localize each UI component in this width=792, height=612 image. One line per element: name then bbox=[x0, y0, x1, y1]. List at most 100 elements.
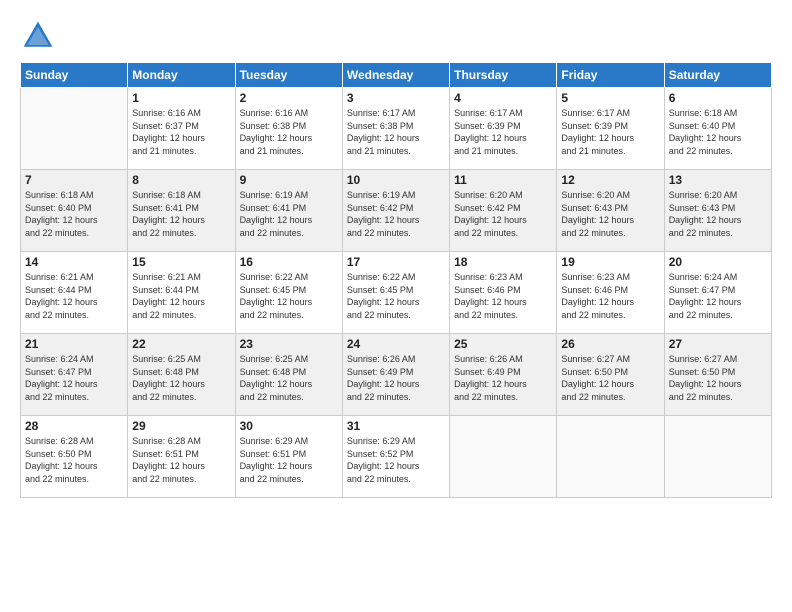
calendar-day bbox=[557, 416, 664, 498]
calendar-day bbox=[450, 416, 557, 498]
day-number: 27 bbox=[669, 337, 767, 351]
calendar-header-row: SundayMondayTuesdayWednesdayThursdayFrid… bbox=[21, 63, 772, 88]
day-number: 18 bbox=[454, 255, 552, 269]
calendar-day: 22 Sunrise: 6:25 AM Sunset: 6:48 PM Dayli… bbox=[128, 334, 235, 416]
day-info: Sunrise: 6:24 AM Sunset: 6:47 PM Dayligh… bbox=[25, 353, 123, 403]
calendar-day: 21 Sunrise: 6:24 AM Sunset: 6:47 PM Dayli… bbox=[21, 334, 128, 416]
day-number: 1 bbox=[132, 91, 230, 105]
day-info: Sunrise: 6:16 AM Sunset: 6:37 PM Dayligh… bbox=[132, 107, 230, 157]
day-info: Sunrise: 6:17 AM Sunset: 6:39 PM Dayligh… bbox=[454, 107, 552, 157]
calendar-day: 29 Sunrise: 6:28 AM Sunset: 6:51 PM Dayli… bbox=[128, 416, 235, 498]
day-info: Sunrise: 6:26 AM Sunset: 6:49 PM Dayligh… bbox=[454, 353, 552, 403]
day-info: Sunrise: 6:23 AM Sunset: 6:46 PM Dayligh… bbox=[561, 271, 659, 321]
calendar-day bbox=[21, 88, 128, 170]
calendar-day: 6Sunrise: 6:18 AM Sunset: 6:40 PM Daylig… bbox=[664, 88, 771, 170]
day-number: 28 bbox=[25, 419, 123, 433]
day-number: 9 bbox=[240, 173, 338, 187]
calendar-day: 12 Sunrise: 6:20 AM Sunset: 6:43 PM Dayli… bbox=[557, 170, 664, 252]
calendar-day: 1 Sunrise: 6:16 AM Sunset: 6:37 PM Daylig… bbox=[128, 88, 235, 170]
calendar-day: 19 Sunrise: 6:23 AM Sunset: 6:46 PM Dayli… bbox=[557, 252, 664, 334]
calendar-header-saturday: Saturday bbox=[664, 63, 771, 88]
calendar-day: 20 Sunrise: 6:24 AM Sunset: 6:47 PM Dayli… bbox=[664, 252, 771, 334]
day-info: Sunrise: 6:18 AM Sunset: 6:41 PM Dayligh… bbox=[132, 189, 230, 239]
day-number: 12 bbox=[561, 173, 659, 187]
day-number: 22 bbox=[132, 337, 230, 351]
day-info: Sunrise: 6:16 AM Sunset: 6:38 PM Dayligh… bbox=[240, 107, 338, 157]
day-info: Sunrise: 6:25 AM Sunset: 6:48 PM Dayligh… bbox=[132, 353, 230, 403]
day-info: Sunrise: 6:18 AM Sunset: 6:40 PM Dayligh… bbox=[25, 189, 123, 239]
calendar-day: 18 Sunrise: 6:23 AM Sunset: 6:46 PM Dayli… bbox=[450, 252, 557, 334]
day-number: 11 bbox=[454, 173, 552, 187]
calendar-day: 26 Sunrise: 6:27 AM Sunset: 6:50 PM Dayli… bbox=[557, 334, 664, 416]
day-info: Sunrise: 6:22 AM Sunset: 6:45 PM Dayligh… bbox=[240, 271, 338, 321]
calendar-header-tuesday: Tuesday bbox=[235, 63, 342, 88]
page: SundayMondayTuesdayWednesdayThursdayFrid… bbox=[0, 0, 792, 612]
day-info: Sunrise: 6:18 AM Sunset: 6:40 PM Dayligh… bbox=[669, 107, 767, 157]
day-number: 8 bbox=[132, 173, 230, 187]
calendar-day bbox=[664, 416, 771, 498]
calendar-day: 27Sunrise: 6:27 AM Sunset: 6:50 PM Dayli… bbox=[664, 334, 771, 416]
day-number: 23 bbox=[240, 337, 338, 351]
day-number: 5 bbox=[561, 91, 659, 105]
day-info: Sunrise: 6:20 AM Sunset: 6:43 PM Dayligh… bbox=[669, 189, 767, 239]
calendar-table: SundayMondayTuesdayWednesdayThursdayFrid… bbox=[20, 62, 772, 498]
calendar-day: 31 Sunrise: 6:29 AM Sunset: 6:52 PM Dayli… bbox=[342, 416, 449, 498]
header bbox=[20, 18, 772, 54]
calendar-week-1: 1 Sunrise: 6:16 AM Sunset: 6:37 PM Daylig… bbox=[21, 88, 772, 170]
day-number: 30 bbox=[240, 419, 338, 433]
day-info: Sunrise: 6:20 AM Sunset: 6:43 PM Dayligh… bbox=[561, 189, 659, 239]
day-info: Sunrise: 6:28 AM Sunset: 6:51 PM Dayligh… bbox=[132, 435, 230, 485]
calendar-day: 8 Sunrise: 6:18 AM Sunset: 6:41 PM Daylig… bbox=[128, 170, 235, 252]
calendar-day: 24Sunrise: 6:26 AM Sunset: 6:49 PM Dayli… bbox=[342, 334, 449, 416]
day-info: Sunrise: 6:29 AM Sunset: 6:52 PM Dayligh… bbox=[347, 435, 445, 485]
calendar-day: 25 Sunrise: 6:26 AM Sunset: 6:49 PM Dayli… bbox=[450, 334, 557, 416]
day-info: Sunrise: 6:29 AM Sunset: 6:51 PM Dayligh… bbox=[240, 435, 338, 485]
calendar-week-3: 14 Sunrise: 6:21 AM Sunset: 6:44 PM Dayli… bbox=[21, 252, 772, 334]
day-info: Sunrise: 6:20 AM Sunset: 6:42 PM Dayligh… bbox=[454, 189, 552, 239]
day-number: 24 bbox=[347, 337, 445, 351]
calendar-day: 4 Sunrise: 6:17 AM Sunset: 6:39 PM Daylig… bbox=[450, 88, 557, 170]
day-number: 2 bbox=[240, 91, 338, 105]
day-number: 10 bbox=[347, 173, 445, 187]
day-number: 4 bbox=[454, 91, 552, 105]
day-number: 26 bbox=[561, 337, 659, 351]
calendar-header-sunday: Sunday bbox=[21, 63, 128, 88]
day-number: 31 bbox=[347, 419, 445, 433]
calendar-day: 2 Sunrise: 6:16 AM Sunset: 6:38 PM Daylig… bbox=[235, 88, 342, 170]
day-info: Sunrise: 6:23 AM Sunset: 6:46 PM Dayligh… bbox=[454, 271, 552, 321]
day-info: Sunrise: 6:22 AM Sunset: 6:45 PM Dayligh… bbox=[347, 271, 445, 321]
day-number: 29 bbox=[132, 419, 230, 433]
calendar-day: 7 Sunrise: 6:18 AM Sunset: 6:40 PM Daylig… bbox=[21, 170, 128, 252]
calendar-week-5: 28 Sunrise: 6:28 AM Sunset: 6:50 PM Dayli… bbox=[21, 416, 772, 498]
day-info: Sunrise: 6:21 AM Sunset: 6:44 PM Dayligh… bbox=[132, 271, 230, 321]
calendar-day: 5Sunrise: 6:17 AM Sunset: 6:39 PM Daylig… bbox=[557, 88, 664, 170]
calendar-day: 13 Sunrise: 6:20 AM Sunset: 6:43 PM Dayli… bbox=[664, 170, 771, 252]
calendar-header-thursday: Thursday bbox=[450, 63, 557, 88]
day-number: 20 bbox=[669, 255, 767, 269]
day-info: Sunrise: 6:28 AM Sunset: 6:50 PM Dayligh… bbox=[25, 435, 123, 485]
logo-icon bbox=[20, 18, 56, 54]
calendar-header-monday: Monday bbox=[128, 63, 235, 88]
calendar-day: 15 Sunrise: 6:21 AM Sunset: 6:44 PM Dayli… bbox=[128, 252, 235, 334]
calendar-day: 3Sunrise: 6:17 AM Sunset: 6:38 PM Daylig… bbox=[342, 88, 449, 170]
day-number: 25 bbox=[454, 337, 552, 351]
day-number: 21 bbox=[25, 337, 123, 351]
calendar-header-wednesday: Wednesday bbox=[342, 63, 449, 88]
day-number: 14 bbox=[25, 255, 123, 269]
day-number: 7 bbox=[25, 173, 123, 187]
day-info: Sunrise: 6:27 AM Sunset: 6:50 PM Dayligh… bbox=[561, 353, 659, 403]
day-number: 17 bbox=[347, 255, 445, 269]
calendar-day: 11 Sunrise: 6:20 AM Sunset: 6:42 PM Dayli… bbox=[450, 170, 557, 252]
day-info: Sunrise: 6:25 AM Sunset: 6:48 PM Dayligh… bbox=[240, 353, 338, 403]
calendar-header-friday: Friday bbox=[557, 63, 664, 88]
day-number: 13 bbox=[669, 173, 767, 187]
calendar-week-2: 7 Sunrise: 6:18 AM Sunset: 6:40 PM Daylig… bbox=[21, 170, 772, 252]
calendar-day: 9Sunrise: 6:19 AM Sunset: 6:41 PM Daylig… bbox=[235, 170, 342, 252]
day-info: Sunrise: 6:17 AM Sunset: 6:38 PM Dayligh… bbox=[347, 107, 445, 157]
day-number: 19 bbox=[561, 255, 659, 269]
day-number: 15 bbox=[132, 255, 230, 269]
day-info: Sunrise: 6:24 AM Sunset: 6:47 PM Dayligh… bbox=[669, 271, 767, 321]
calendar-day: 28 Sunrise: 6:28 AM Sunset: 6:50 PM Dayli… bbox=[21, 416, 128, 498]
calendar-week-4: 21 Sunrise: 6:24 AM Sunset: 6:47 PM Dayli… bbox=[21, 334, 772, 416]
calendar-day: 23 Sunrise: 6:25 AM Sunset: 6:48 PM Dayli… bbox=[235, 334, 342, 416]
